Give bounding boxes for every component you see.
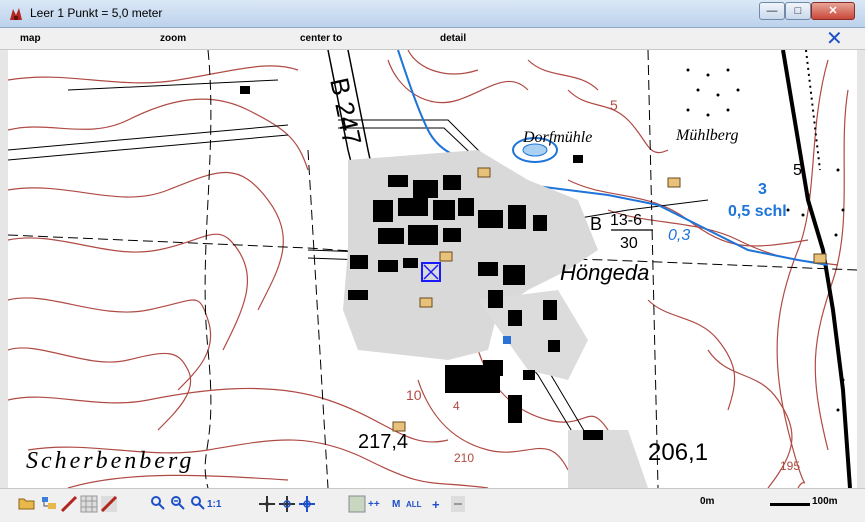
label-contour-195: 195 (780, 459, 800, 473)
menu-center-to[interactable]: center to (300, 33, 342, 44)
open-folder-icon[interactable] (18, 495, 36, 515)
zoom-in-icon[interactable] (150, 495, 166, 515)
menu-bar: map zoom center to detail ✕ (0, 28, 865, 50)
app-icon (10, 8, 22, 20)
label-scherbenberg: Scherbenberg (26, 448, 194, 474)
crosshair-icon[interactable] (298, 495, 316, 515)
close-window-button[interactable]: ✕ (811, 2, 855, 20)
zoom-m-button[interactable]: M (392, 495, 400, 515)
topographic-map[interactable]: B 247 Dorfmühle Mühlberg Höngeda Scherbe… (8, 50, 857, 488)
layers-icon[interactable] (40, 495, 58, 515)
label-contour-4: 4 (453, 399, 460, 413)
label-contour-210: 210 (454, 451, 474, 465)
scale-start-label: 0m (700, 496, 715, 507)
label-elev2: 206,1 (648, 439, 708, 466)
label-road: B 247 (324, 75, 367, 148)
no-track-icon[interactable] (60, 495, 78, 515)
window-title: Leer 1 Punkt = 5,0 meter (30, 6, 163, 20)
label-contour-10: 10 (406, 387, 422, 403)
zoom-fit-icon[interactable] (190, 495, 206, 515)
label-stream-3: 3 (758, 181, 767, 198)
zoom-plus-button[interactable]: + (432, 495, 440, 515)
label-muehlberg: Mühlberg (675, 127, 739, 144)
minimize-button[interactable]: — (759, 2, 785, 20)
scale-bar (770, 503, 810, 506)
zoom-out-icon[interactable] (170, 495, 186, 515)
zoom-1to1-button[interactable]: 1:1 (207, 495, 221, 515)
minus-icon[interactable] (450, 495, 466, 515)
map-tile-icon[interactable] (348, 495, 366, 515)
bottom-toolbar: 1:1 ++ M ALL + 0m 100m (0, 488, 865, 522)
close-map-icon[interactable]: ✕ (826, 28, 843, 50)
label-road-num-top: 13-6 (610, 212, 642, 229)
label-hoengeda: Höngeda (560, 260, 649, 285)
left-border (0, 50, 8, 488)
no-route-icon[interactable] (100, 495, 118, 515)
menu-map[interactable]: map (20, 33, 41, 44)
grid-icon[interactable] (80, 495, 98, 515)
scale-end-label: 100m (812, 496, 838, 507)
maximize-button[interactable]: □ (785, 2, 811, 20)
label-contour-5: 5 (610, 97, 618, 113)
menu-detail[interactable]: detail (440, 33, 466, 44)
center-track-icon[interactable] (278, 495, 296, 515)
zoom-plusplus-button[interactable]: ++ (368, 495, 380, 515)
map-canvas[interactable]: B 247 Dorfmühle Mühlberg Höngeda Scherbe… (8, 50, 857, 488)
label-road-num-bottom: 30 (620, 235, 638, 252)
label-stream-05: 0,5 schl (728, 203, 787, 220)
label-dorfmuehle: Dorfmühle (522, 129, 592, 146)
vertical-scrollbar[interactable] (857, 50, 865, 488)
zoom-all-button[interactable]: ALL (406, 495, 422, 515)
title-bar: Leer 1 Punkt = 5,0 meter — □ ✕ (0, 0, 865, 28)
center-point-icon[interactable] (258, 495, 276, 515)
label-stream-03: 0,3 (668, 227, 690, 244)
label-road-b: B (590, 214, 602, 234)
label-contour-5b: 5 (793, 162, 802, 179)
menu-zoom[interactable]: zoom (160, 33, 186, 44)
label-elev1: 217,4 (358, 431, 408, 453)
